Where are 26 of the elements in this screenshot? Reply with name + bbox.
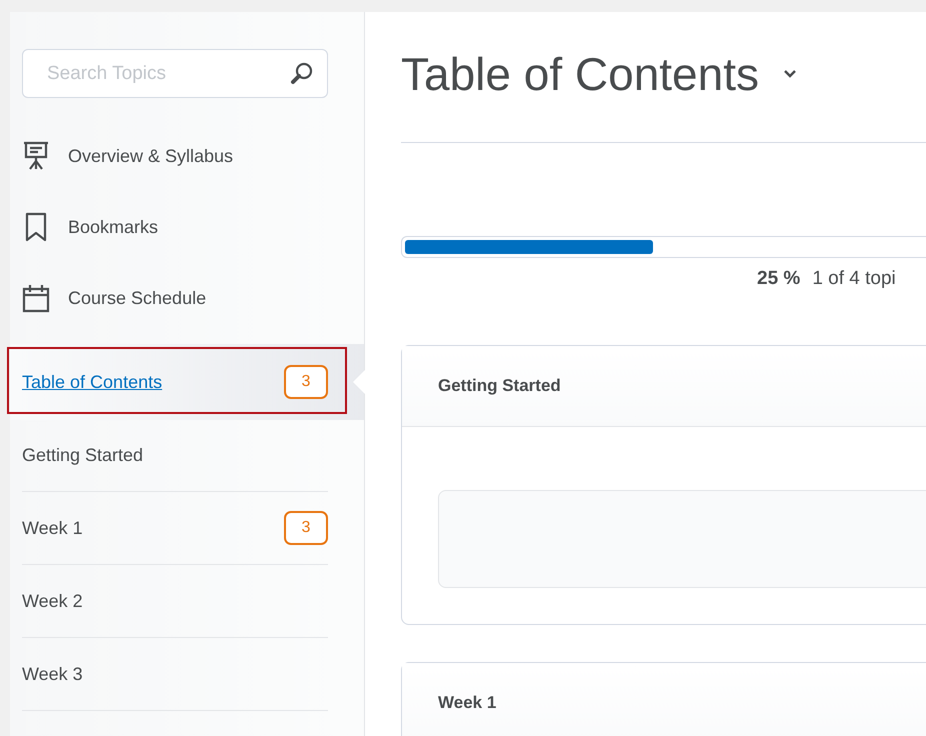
sidebar-item[interactable]: Week 1 3 (22, 492, 328, 565)
sidebar-link[interactable]: Overview & Syllabus (68, 146, 234, 166)
sidebar-link[interactable]: Bookmarks (68, 216, 158, 238)
unit-label: Week 3 (22, 664, 83, 684)
sidebar-item[interactable]: Week 2 (22, 565, 328, 638)
sidebar-item[interactable]: Table of Contents 3 (10, 344, 364, 420)
page-title: Table of Contents (401, 47, 760, 101)
section-title: Week 1 (438, 693, 496, 713)
progress-text: 1 of 4 topi (812, 268, 896, 289)
calendar-icon (22, 283, 50, 313)
search-input[interactable]: Search Topics (45, 62, 289, 86)
count-badge: 3 (284, 365, 328, 399)
sidebar-link[interactable]: Course Schedule (68, 288, 206, 308)
unit-label: Week 1 (22, 518, 83, 538)
search-icon[interactable] (289, 60, 315, 86)
table-of-contents-link[interactable]: Table of Contents (22, 372, 162, 392)
unit-label: Getting Started (22, 445, 144, 466)
sidebar-item[interactable]: Week 3 (22, 638, 328, 711)
presentation-board-icon (22, 141, 50, 171)
section-title: Getting Started (438, 376, 561, 396)
progress-percent: 25 % (757, 268, 800, 289)
count-badge: 3 (284, 511, 328, 545)
sidebar-item[interactable]: Getting Started (22, 420, 328, 492)
chevron-down-icon[interactable] (783, 69, 798, 79)
search-field[interactable]: Search Topics (22, 49, 328, 98)
unit-label: Week 2 (22, 590, 83, 612)
